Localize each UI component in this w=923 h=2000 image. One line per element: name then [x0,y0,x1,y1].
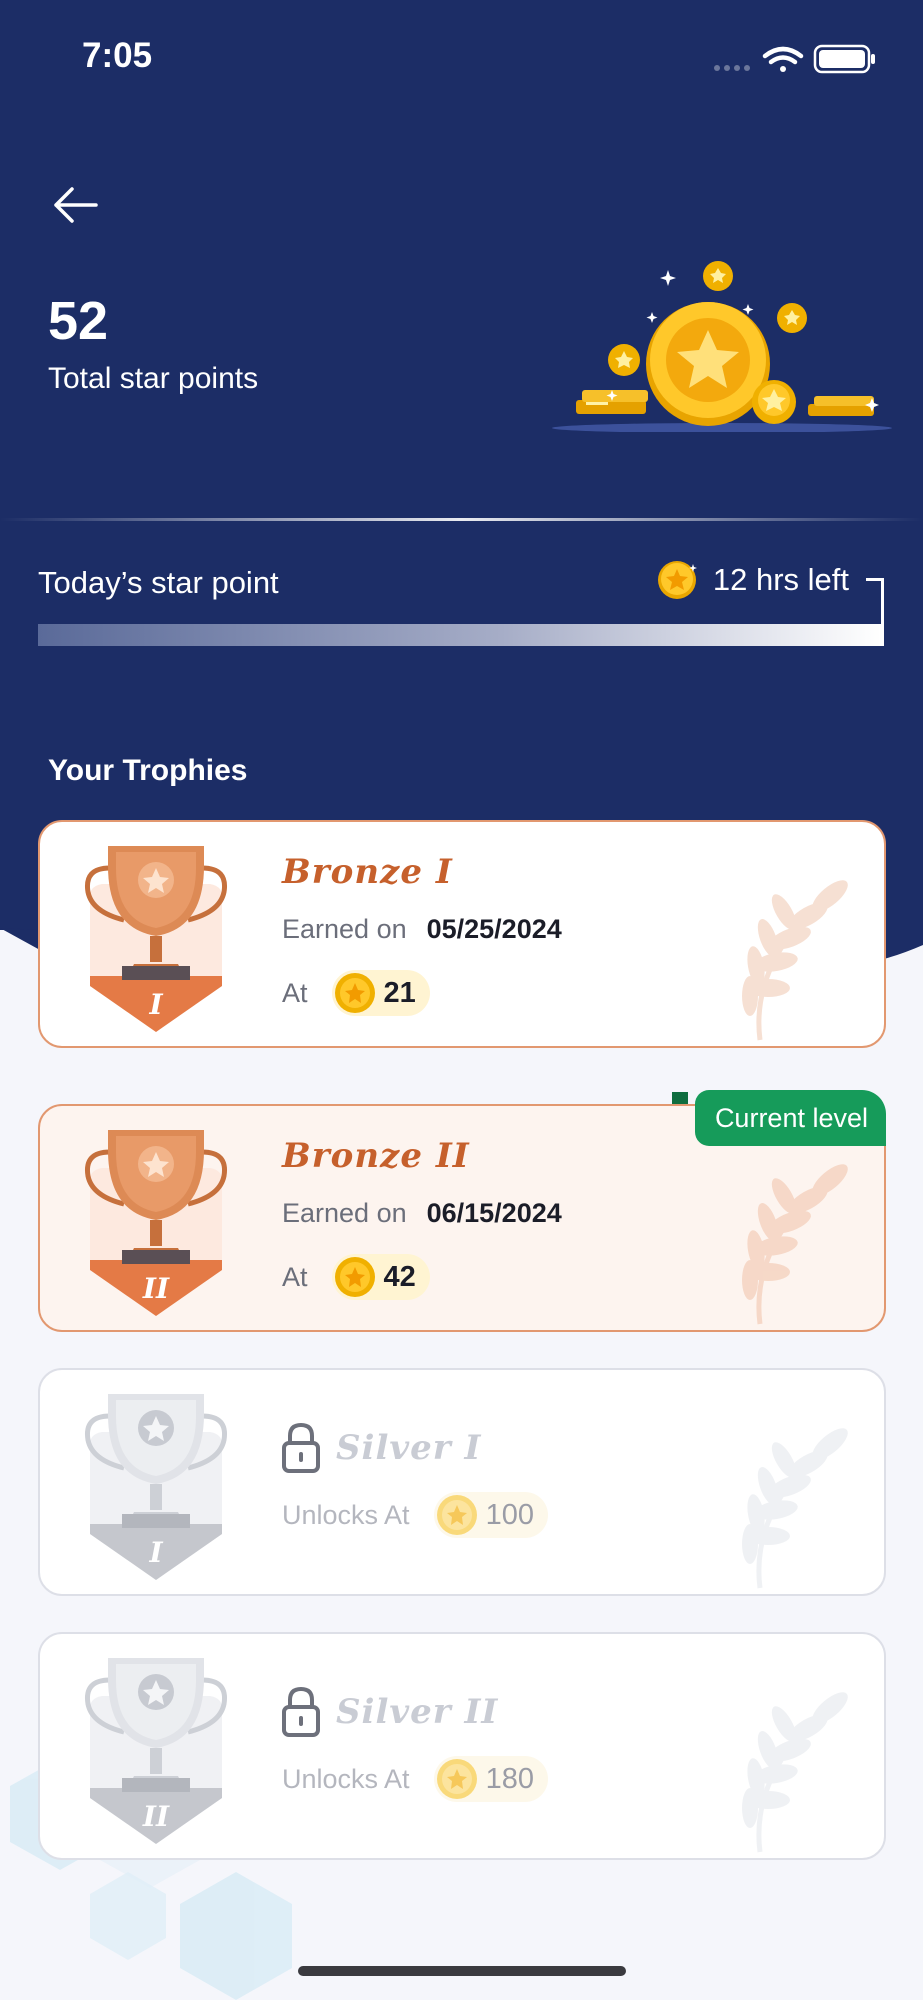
current-level-badge: Current level [694,1090,886,1146]
total-points-value: 52 [48,291,109,351]
earned-date: 05/25/2024 [426,914,562,944]
time-left-group: 12 hrs left [655,558,849,602]
silver-trophy-icon: II [84,1658,228,1844]
today-progress-fill [38,624,881,646]
today-progress-bar [38,624,884,646]
progress-corner [866,578,884,628]
coins-illustration [552,261,892,432]
star-coin-icon [436,1759,477,1799]
badge-flag [672,1092,688,1104]
laurel-icon [742,1428,848,1589]
points-value: 180 [485,1762,534,1795]
trophy-card-silver-2[interactable]: II Silver II Unlocks At 180 [38,1632,886,1860]
points-pill: 21 [331,970,430,1016]
unlock-row: Unlocks At 100 [282,1492,548,1538]
at-label: At [282,977,308,1008]
earned-date: 06/15/2024 [426,1198,562,1228]
trophy-card-silver-1[interactable]: I Silver I Unlocks At 100 [38,1368,886,1596]
earned-row: Earned on 06/15/2024 [282,1198,562,1229]
silver-trophy-icon: I [84,1394,228,1580]
star-coin-icon [334,973,375,1013]
points-value: 100 [485,1498,534,1531]
at-row: At 42 [282,1254,430,1300]
star-coin-icon [436,1495,477,1535]
earned-label: Earned on [282,914,407,944]
wifi-icon [762,46,804,72]
unlock-label: Unlocks At [282,1499,410,1530]
bronze-trophy-icon: II [84,1130,228,1316]
signal-icon [714,65,750,71]
status-time: 7:05 [82,36,153,75]
lock-icon [282,1686,320,1737]
laurel-icon [742,1164,848,1325]
trophy-title: Silver I [336,1428,482,1468]
lock-icon [282,1422,320,1473]
trophy-card-bronze-1[interactable]: I Bronze I Earned on 05/25/2024 At 21 [38,820,886,1048]
back-button[interactable] [48,180,104,230]
trophy-title: Bronze I [282,852,453,892]
status-icons [711,40,881,85]
unlock-label: Unlocks At [282,1763,410,1794]
unlock-row: Unlocks At 180 [282,1756,548,1802]
total-points-label: Total star points [48,362,259,395]
time-left-text: 12 hrs left [712,562,849,597]
trophy-numeral: II [142,1272,170,1305]
points-pill: 180 [433,1756,548,1802]
points-pill: 42 [331,1254,430,1300]
at-row: At 21 [282,970,430,1016]
header-divider [0,518,923,521]
trophy-numeral: I [148,1536,163,1569]
points-value: 21 [383,976,416,1009]
earned-row: Earned on 05/25/2024 [282,914,562,945]
star-coin-icon [657,561,697,599]
big-star-coin [646,302,770,426]
back-arrow-icon [54,187,98,223]
coin-stack-right [808,396,874,416]
home-indicator [298,1966,626,1976]
bronze-trophy-icon: I [84,846,228,1032]
points-pill: 100 [433,1492,548,1538]
at-label: At [282,1261,308,1292]
current-level-badge-wrap: Current level [672,1090,886,1152]
status-bar: 7:05 [0,0,923,110]
trophies-section-title: Your Trophies [48,754,248,787]
todays-star-point-label: Today’s star point [38,565,279,600]
trophy-title: Silver II [336,1692,499,1732]
points-value: 42 [383,1260,416,1293]
trophy-numeral: II [142,1800,170,1833]
earned-label: Earned on [282,1198,407,1228]
trophy-title: Bronze II [282,1136,470,1176]
trophy-numeral: I [148,988,163,1021]
laurel-icon [742,1692,848,1853]
laurel-icon [742,880,848,1041]
battery-icon [813,44,875,74]
star-coin-icon [334,1257,375,1297]
